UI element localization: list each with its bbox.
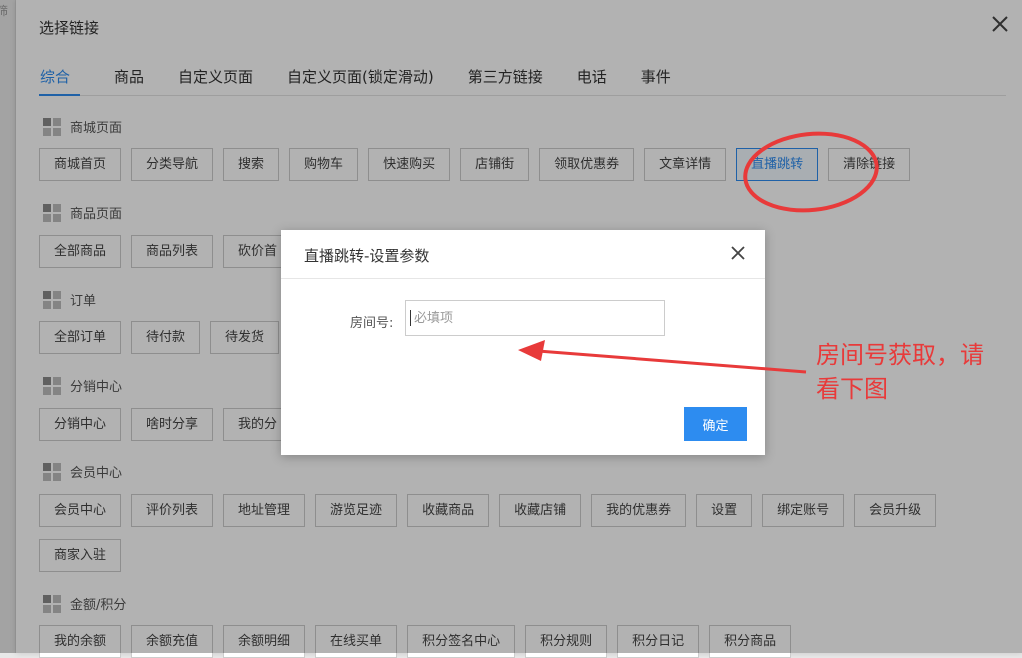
close-icon[interactable] [729, 244, 747, 262]
confirm-button[interactable]: 确定 [684, 407, 747, 441]
room-number-label: 房间号: [350, 316, 394, 331]
param-dialog-title: 直播跳转-设置参数 [304, 247, 430, 265]
room-number-input[interactable] [405, 300, 665, 336]
live-jump-param-dialog: 直播跳转-设置参数 房间号: 确定 [281, 230, 765, 455]
annotation-note: 房间号获取，请 看下图 [816, 338, 1016, 406]
divider [281, 278, 765, 279]
annotation-line: 房间号获取，请 [816, 341, 984, 369]
text-caret [410, 310, 411, 326]
annotation-line: 看下图 [816, 375, 888, 403]
